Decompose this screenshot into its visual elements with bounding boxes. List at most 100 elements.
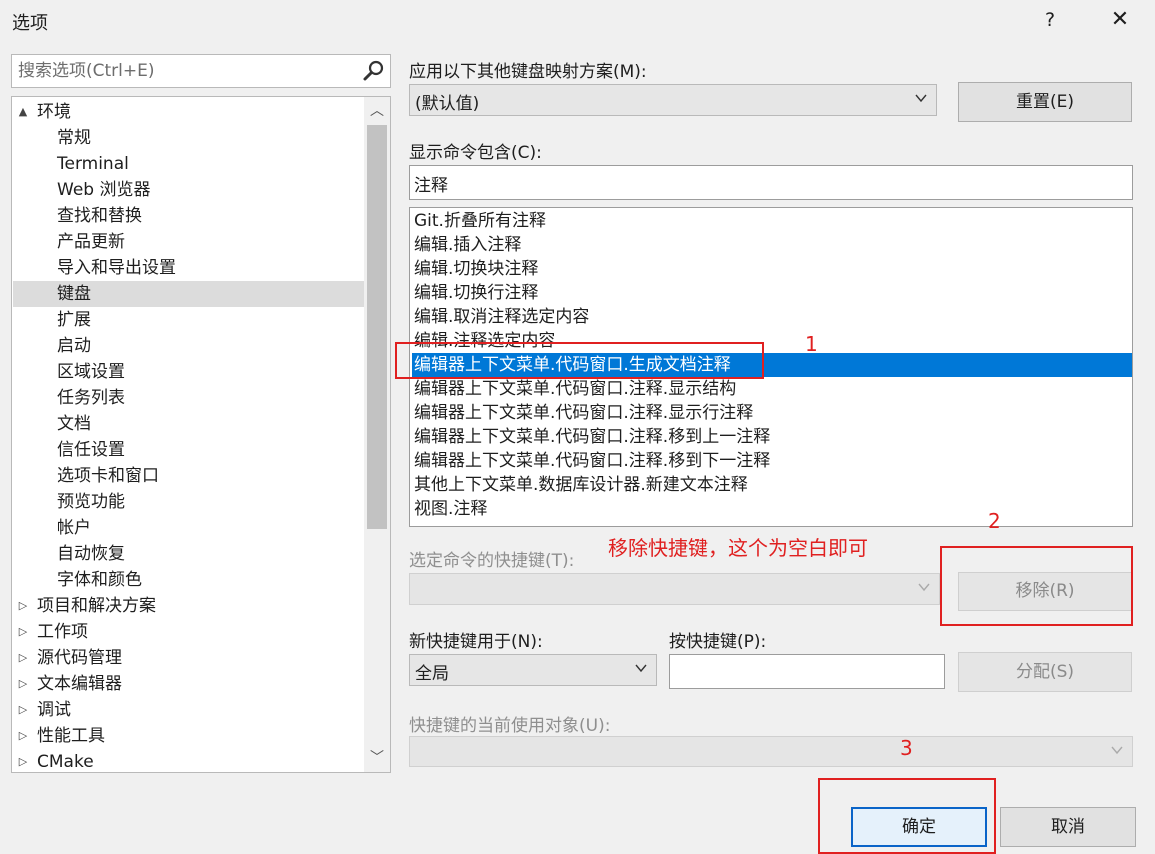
close-button[interactable]: ✕ bbox=[1105, 6, 1135, 34]
tree-item[interactable]: 启动 bbox=[13, 333, 364, 359]
tree-item[interactable]: Web 浏览器 bbox=[13, 177, 364, 203]
tree-item-label: CMake bbox=[37, 752, 94, 772]
annotation-box-1 bbox=[395, 342, 764, 379]
tree-item-label: Web 浏览器 bbox=[57, 180, 151, 200]
collapsed-arrow-icon[interactable]: ▷ bbox=[15, 749, 31, 772]
tree-item-label: 调试 bbox=[37, 700, 71, 720]
shortcut-select[interactable] bbox=[409, 573, 940, 605]
tree-item[interactable]: 字体和颜色 bbox=[13, 567, 364, 593]
chevron-down-icon bbox=[918, 583, 930, 592]
search-box[interactable] bbox=[11, 54, 391, 88]
tree-item-label: 任务列表 bbox=[57, 388, 125, 408]
tree-item-label: 选项卡和窗口 bbox=[57, 466, 159, 486]
tree-item[interactable]: ▷ 项目和解决方案 bbox=[13, 593, 364, 619]
title-bar bbox=[0, 0, 1155, 42]
current-use-select[interactable] bbox=[409, 736, 1133, 767]
tree-item[interactable]: ▷ 工作项 bbox=[13, 619, 364, 645]
tree-item[interactable]: ▷ 性能工具 bbox=[13, 723, 364, 749]
tree-item[interactable]: 预览功能 bbox=[13, 489, 364, 515]
collapsed-arrow-icon[interactable]: ▷ bbox=[15, 697, 31, 723]
press-shortcut-box[interactable] bbox=[669, 654, 945, 689]
tree-item[interactable]: Terminal bbox=[13, 151, 364, 177]
scroll-down-icon[interactable]: ﹀ bbox=[364, 746, 390, 770]
mapping-value: (默认值) bbox=[415, 94, 480, 114]
annotation-marker-2: 2 bbox=[988, 509, 1001, 533]
command-item[interactable]: 编辑.切换行注释 bbox=[412, 281, 1132, 305]
tree-item[interactable]: 产品更新 bbox=[13, 229, 364, 255]
tree-item[interactable]: 选项卡和窗口 bbox=[13, 463, 364, 489]
press-shortcut-input[interactable] bbox=[674, 659, 935, 685]
tree-scrollbar[interactable]: ︿ ﹀ bbox=[364, 97, 390, 772]
scope-value: 全局 bbox=[415, 664, 449, 684]
annotation-box-2 bbox=[940, 546, 1133, 626]
tree-item[interactable]: ▷ 文本编辑器 bbox=[13, 671, 364, 697]
scroll-thumb[interactable] bbox=[367, 125, 387, 529]
tree-item-label: 产品更新 bbox=[57, 232, 125, 252]
tree-item-label: 查找和替换 bbox=[57, 206, 142, 226]
tree-item[interactable]: 键盘 bbox=[13, 281, 364, 307]
tree-item[interactable]: 导入和导出设置 bbox=[13, 255, 364, 281]
tree-item[interactable]: 任务列表 bbox=[13, 385, 364, 411]
tree-item[interactable]: 信任设置 bbox=[13, 437, 364, 463]
collapsed-arrow-icon[interactable]: ▷ bbox=[15, 723, 31, 749]
mapping-label: 应用以下其他键盘映射方案(M): bbox=[409, 62, 647, 82]
collapsed-arrow-icon[interactable]: ▷ bbox=[15, 671, 31, 697]
scope-select[interactable]: 全局 bbox=[409, 654, 657, 686]
help-button[interactable]: ? bbox=[1035, 6, 1065, 34]
tree-item-label: 启动 bbox=[57, 336, 91, 356]
tree-item[interactable]: ▷ 源代码管理 bbox=[13, 645, 364, 671]
chevron-down-icon bbox=[915, 94, 927, 103]
collapsed-arrow-icon[interactable]: ▷ bbox=[15, 619, 31, 645]
command-item[interactable]: 编辑器上下文菜单.代码窗口.注释.显示行注释 bbox=[412, 401, 1132, 425]
tree-item[interactable]: ▲ 环境 bbox=[13, 99, 364, 125]
scroll-up-icon[interactable]: ︿ bbox=[364, 99, 390, 123]
tree-item-label: 文档 bbox=[57, 414, 91, 434]
tree-item[interactable]: 帐户 bbox=[13, 515, 364, 541]
shortcut-label: 选定命令的快捷键(T): bbox=[409, 551, 575, 571]
filter-label: 显示命令包含(C): bbox=[409, 143, 542, 163]
filter-input[interactable] bbox=[414, 170, 1100, 196]
tree-item[interactable]: 扩展 bbox=[13, 307, 364, 333]
window-title: 选项 bbox=[12, 13, 48, 34]
tree-item[interactable]: 自动恢复 bbox=[13, 541, 364, 567]
reset-button[interactable]: 重置(E) bbox=[958, 82, 1132, 122]
command-item[interactable]: Git.折叠所有注释 bbox=[412, 209, 1132, 233]
tree-item-label: 帐户 bbox=[57, 518, 91, 538]
tree-item-label: 性能工具 bbox=[37, 726, 105, 746]
expanded-arrow-icon[interactable]: ▲ bbox=[15, 99, 31, 125]
tree-item-label: 源代码管理 bbox=[37, 648, 122, 668]
tree-item-label: 键盘 bbox=[57, 284, 91, 304]
command-item[interactable]: 编辑.插入注释 bbox=[412, 233, 1132, 257]
tree-item[interactable]: ▷ CMake bbox=[13, 749, 364, 772]
search-icon[interactable] bbox=[362, 59, 386, 83]
collapsed-arrow-icon[interactable]: ▷ bbox=[15, 645, 31, 671]
command-item[interactable]: 编辑器上下文菜单.代码窗口.注释.移到上一注释 bbox=[412, 425, 1132, 449]
command-item[interactable]: 其他上下文菜单.数据库设计器.新建文本注释 bbox=[412, 473, 1132, 497]
command-item[interactable]: 视图.注释 bbox=[412, 497, 1132, 521]
tree-item[interactable]: 查找和替换 bbox=[13, 203, 364, 229]
command-item[interactable]: 编辑器上下文菜单.代码窗口.注释.移到下一注释 bbox=[412, 449, 1132, 473]
command-item[interactable]: 编辑.切换块注释 bbox=[412, 257, 1132, 281]
collapsed-arrow-icon[interactable]: ▷ bbox=[15, 593, 31, 619]
command-item[interactable]: 编辑器上下文菜单.代码窗口.注释.显示结构 bbox=[412, 377, 1132, 401]
search-input[interactable] bbox=[18, 59, 358, 83]
options-tree[interactable]: ▲ 环境 常规 Terminal Web 浏览器 查找和替换产品更新导入和导出设置 键盘扩展… bbox=[11, 96, 391, 773]
tree-item[interactable]: 常规 bbox=[13, 125, 364, 151]
press-shortcut-label: 按快捷键(P): bbox=[669, 632, 767, 652]
new-shortcut-label: 新快捷键用于(N): bbox=[409, 632, 543, 652]
mapping-select[interactable]: (默认值) bbox=[409, 84, 937, 116]
assign-button[interactable]: 分配(S) bbox=[958, 652, 1132, 692]
tree-item[interactable]: ▷ 调试 bbox=[13, 697, 364, 723]
close-icon: ✕ bbox=[1110, 7, 1130, 32]
tree-item-label: 导入和导出设置 bbox=[57, 258, 176, 278]
chevron-down-icon bbox=[635, 664, 647, 673]
tree-item[interactable]: 区域设置 bbox=[13, 359, 364, 385]
tree-item-label: 区域设置 bbox=[57, 362, 125, 382]
filter-box[interactable] bbox=[409, 165, 1133, 200]
cancel-button[interactable]: 取消 bbox=[1000, 807, 1136, 847]
tree-item[interactable]: 文档 bbox=[13, 411, 364, 437]
tree-item-label: 扩展 bbox=[57, 310, 91, 330]
command-item[interactable]: 编辑.取消注释选定内容 bbox=[412, 305, 1132, 329]
tree-item-label: 信任设置 bbox=[57, 440, 125, 460]
tree-item-label: Terminal bbox=[57, 154, 129, 174]
